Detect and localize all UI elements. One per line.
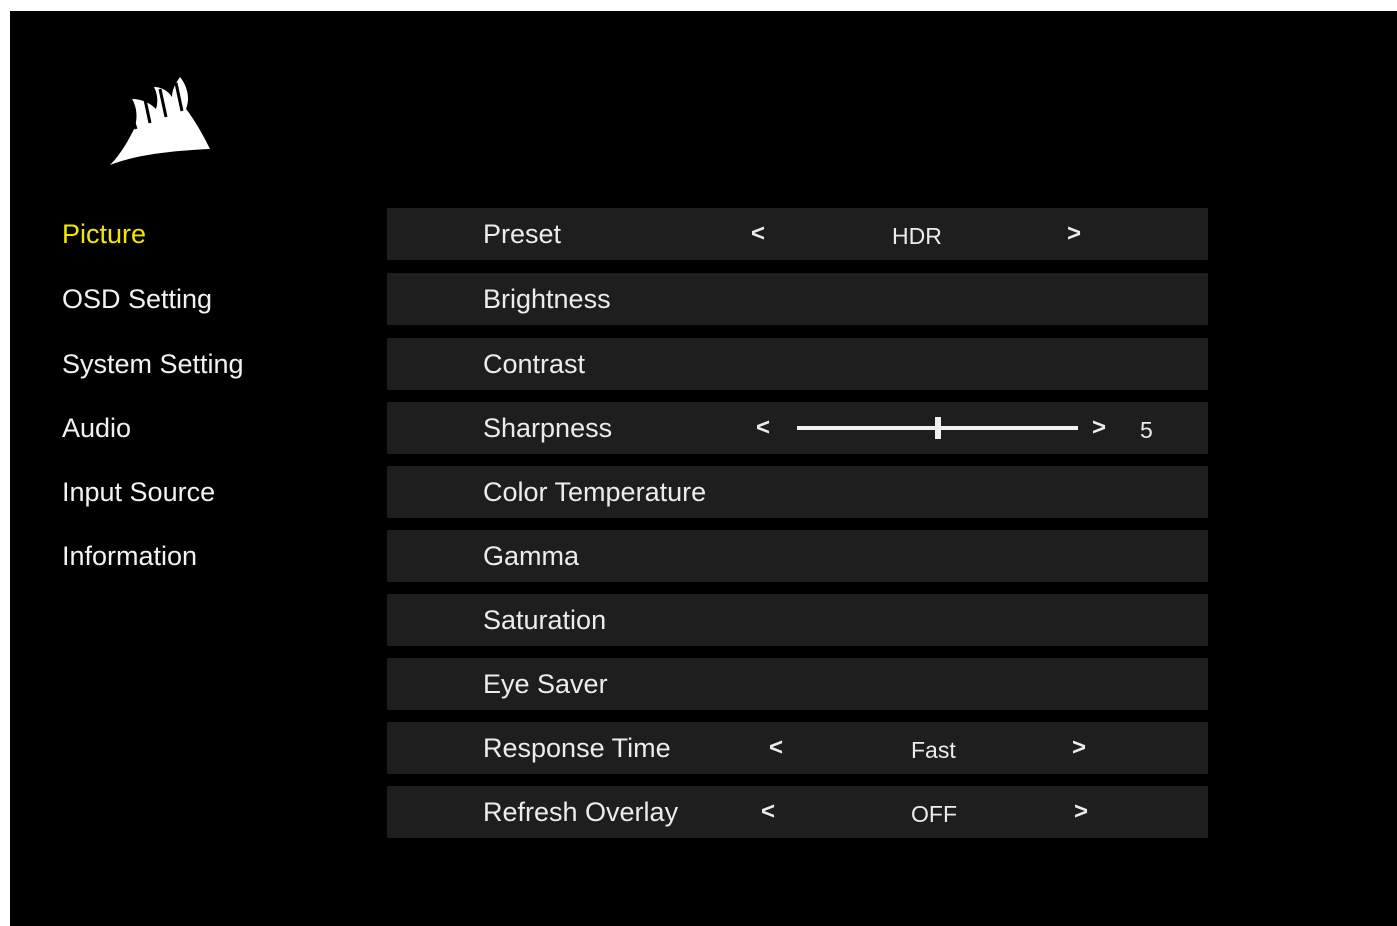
sharpness-slider[interactable] (797, 417, 1078, 439)
decrease-arrow[interactable]: < (756, 414, 770, 442)
nav-item-picture[interactable]: Picture (62, 218, 146, 250)
next-arrow[interactable]: > (1072, 734, 1086, 762)
setting-value: OFF (911, 801, 957, 827)
previous-arrow[interactable]: < (751, 220, 765, 248)
setting-label: Sharpness (483, 413, 613, 443)
setting-row-brightness[interactable]: Brightness (387, 273, 1208, 325)
setting-value: HDR (892, 223, 942, 249)
setting-row-contrast[interactable]: Contrast (387, 338, 1208, 390)
setting-row-preset[interactable]: Preset < HDR > (387, 208, 1208, 260)
osd-screen: Picture OSD Setting System Setting Audio… (10, 11, 1397, 926)
setting-label: Response Time (483, 733, 671, 763)
setting-value: Fast (911, 737, 956, 763)
sharpness-value: 5 (1140, 417, 1153, 443)
next-arrow[interactable]: > (1067, 220, 1081, 248)
setting-label: Preset (483, 219, 562, 249)
setting-row-eye-saver[interactable]: Eye Saver (387, 658, 1208, 710)
setting-row-saturation[interactable]: Saturation (387, 594, 1208, 646)
increase-arrow[interactable]: > (1092, 414, 1106, 442)
setting-label: Saturation (483, 605, 607, 635)
setting-row-color-temperature[interactable]: Color Temperature (387, 466, 1208, 518)
previous-arrow[interactable]: < (769, 734, 783, 762)
setting-label: Contrast (483, 349, 586, 379)
setting-label: Brightness (483, 284, 611, 314)
slider-thumb[interactable] (934, 417, 941, 439)
corsair-sails-logo (110, 77, 210, 165)
setting-label: Gamma (483, 541, 580, 571)
nav-item-osd-setting[interactable]: OSD Setting (62, 283, 212, 315)
setting-row-refresh-overlay[interactable]: Refresh Overlay < OFF > (387, 786, 1208, 838)
setting-row-response-time[interactable]: Response Time < Fast > (387, 722, 1208, 774)
nav-item-information[interactable]: Information (62, 540, 197, 572)
setting-row-sharpness[interactable]: Sharpness < > 5 (387, 402, 1208, 454)
nav-item-system-setting[interactable]: System Setting (62, 348, 244, 380)
setting-row-gamma[interactable]: Gamma (387, 530, 1208, 582)
setting-label: Refresh Overlay (483, 797, 679, 827)
next-arrow[interactable]: > (1074, 798, 1088, 826)
nav-item-audio[interactable]: Audio (62, 412, 131, 444)
nav-item-input-source[interactable]: Input Source (62, 476, 215, 508)
setting-label: Color Temperature (483, 477, 707, 507)
previous-arrow[interactable]: < (761, 798, 775, 826)
setting-label: Eye Saver (483, 669, 608, 699)
